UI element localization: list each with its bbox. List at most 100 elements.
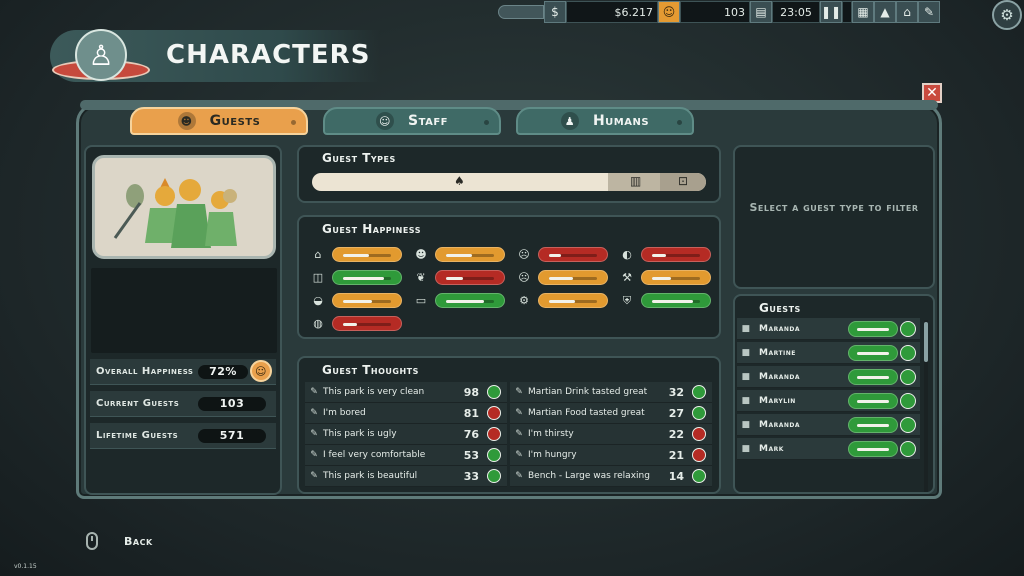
tab-guests-label: Guests <box>209 113 261 129</box>
happiness-bar-fill <box>446 254 472 257</box>
person-icon: ☻ <box>415 248 427 261</box>
guest-list-item[interactable]: ■ Maranda <box>737 414 920 436</box>
tab-humans[interactable]: ♟ Humans <box>516 107 694 135</box>
calendar-icon[interactable]: ▤ <box>750 1 772 23</box>
guest-list-item[interactable]: ■ Maranda <box>737 318 920 340</box>
thought-count: 22 <box>668 427 684 441</box>
hud-left-cap <box>498 5 544 19</box>
thought-text: This park is ugly <box>323 429 397 439</box>
camera-icon[interactable]: ■ <box>737 396 755 406</box>
guest-portrait <box>92 155 276 259</box>
ufo-icon[interactable]: ⌂ <box>896 1 918 23</box>
happiness-bar-fill <box>343 277 384 280</box>
thought-count: 76 <box>463 427 479 441</box>
happiness-bar <box>538 293 608 308</box>
happiness-face-icon: ☺ <box>250 360 272 382</box>
guest-mood-icon <box>900 320 916 337</box>
guest-list-scroll-thumb[interactable] <box>924 322 928 362</box>
park-icon[interactable]: ▦ <box>852 1 874 23</box>
happiness-item[interactable]: ⛨ <box>619 292 719 310</box>
thought-icon: ✎ <box>310 471 318 481</box>
guest-types-title: Guest Types <box>322 151 396 165</box>
thought-count: 81 <box>463 406 479 420</box>
camera-icon[interactable]: ■ <box>737 372 755 382</box>
pause-icon[interactable]: ❚❚ <box>820 1 842 23</box>
face-icon: ☹ <box>518 248 530 261</box>
tab-staff[interactable]: ☺ Staff <box>323 107 501 135</box>
happiness-item[interactable]: ▭ <box>413 292 513 310</box>
ride-icon: ⚙ <box>519 294 529 307</box>
thought-icon: ✎ <box>310 450 318 460</box>
happiness-item[interactable]: ⌂ <box>310 246 410 264</box>
terrain-icon[interactable]: ▲ <box>874 1 896 23</box>
settings-gear-icon[interactable]: ⚙ <box>992 0 1022 30</box>
thought-icon: ✎ <box>515 387 523 397</box>
build-icon[interactable]: ✎ <box>918 1 940 23</box>
happiness-item[interactable]: ◍ <box>310 315 410 333</box>
happiness-item[interactable]: ◫ <box>310 269 410 287</box>
happiness-item[interactable]: ☹ <box>516 246 616 264</box>
overall-happiness-row: Overall Happiness 72% ☺ <box>90 359 276 385</box>
camera-icon[interactable]: ■ <box>737 444 755 454</box>
thought-row: ✎ This park is ugly 76 <box>305 424 507 445</box>
thought-row: ✎ I'm thirsty 22 <box>510 424 712 445</box>
mood-face-icon <box>487 385 501 399</box>
happiness-item[interactable]: ⚒ <box>619 269 719 287</box>
thought-count: 33 <box>463 469 479 483</box>
staff-tab-icon: ☺ <box>375 112 394 130</box>
happiness-item[interactable]: ⚙ <box>516 292 616 310</box>
happiness-item[interactable]: ☹ <box>516 269 616 287</box>
bath-icon: ◒ <box>313 294 323 307</box>
happiness-item[interactable]: ◒ <box>310 292 410 310</box>
thought-text: I'm thirsty <box>528 429 574 439</box>
thought-row: ✎ I'm hungry 21 <box>510 445 712 466</box>
happiness-item[interactable]: ◐ <box>619 246 719 264</box>
guest-mood-icon <box>900 344 916 361</box>
happiness-item[interactable]: ☻ <box>413 246 513 264</box>
happiness-bar-fill <box>343 254 369 257</box>
happiness-bar-fill <box>652 254 666 257</box>
guest-list-item[interactable]: ■ Maranda <box>737 366 920 388</box>
home-icon: ⌂ <box>314 248 322 261</box>
lifetime-guests-label: Lifetime Guests <box>96 430 179 441</box>
dollar-icon[interactable]: $ <box>544 1 566 23</box>
camera-icon[interactable]: ■ <box>737 348 755 358</box>
guest-list-item[interactable]: ■ Martine <box>737 342 920 364</box>
guest-happiness-bar <box>848 368 898 385</box>
happiness-item[interactable]: ❦ <box>413 269 513 287</box>
shield-icon: ⛨ <box>622 294 632 307</box>
guest-name: Maranda <box>759 371 801 382</box>
mood-face-icon <box>487 469 501 483</box>
guests-tab-icon: ☻ <box>177 112 196 130</box>
happiness-bar <box>435 247 505 262</box>
thought-icon: ✎ <box>515 408 523 418</box>
current-guests-value: 103 <box>198 397 266 411</box>
guest-icon[interactable]: ☺ <box>658 1 680 23</box>
thought-row: ✎ This park is very clean 98 <box>305 382 507 403</box>
thought-row: ✎ I feel very comfortable 53 <box>305 445 507 466</box>
camera-icon[interactable]: ■ <box>737 324 755 334</box>
guest-list-item[interactable]: ■ Mark <box>737 438 920 460</box>
current-guests-row: Current Guests 103 <box>90 391 276 417</box>
helmet-icon: ◍ <box>313 317 323 330</box>
camera-icon[interactable]: ■ <box>737 420 755 430</box>
guest-list-item[interactable]: ■ Marylin <box>737 390 920 412</box>
guest-types-bar[interactable]: ♠ ▥ ⊡ <box>312 173 706 191</box>
guest-happiness-bar <box>848 320 898 337</box>
money-display: $6.217 <box>566 1 658 23</box>
axe-icon: ⚒ <box>622 271 632 284</box>
guest-happiness-bar <box>848 416 898 433</box>
thought-icon: ✎ <box>515 471 523 481</box>
top-hud: $ $6.217 ☺ 103 ▤ 23:05 ❚❚ ▦ ▲ ⌂ ✎ <box>498 0 1024 24</box>
back-button[interactable]: Back <box>86 532 153 550</box>
tab-guests[interactable]: ☻ Guests <box>130 107 308 135</box>
happiness-bar-fill <box>446 277 463 280</box>
thought-row: ✎ This park is beautiful 33 <box>305 466 507 487</box>
face-icon: ☹ <box>518 271 530 284</box>
happiness-bar <box>538 270 608 285</box>
guest-happiness-fill <box>857 327 889 331</box>
happiness-bar <box>332 316 402 331</box>
thought-row: ✎ I'm bored 81 <box>305 403 507 424</box>
thought-text: Martian Drink tasted great <box>528 387 648 397</box>
mouse-icon <box>86 532 98 550</box>
